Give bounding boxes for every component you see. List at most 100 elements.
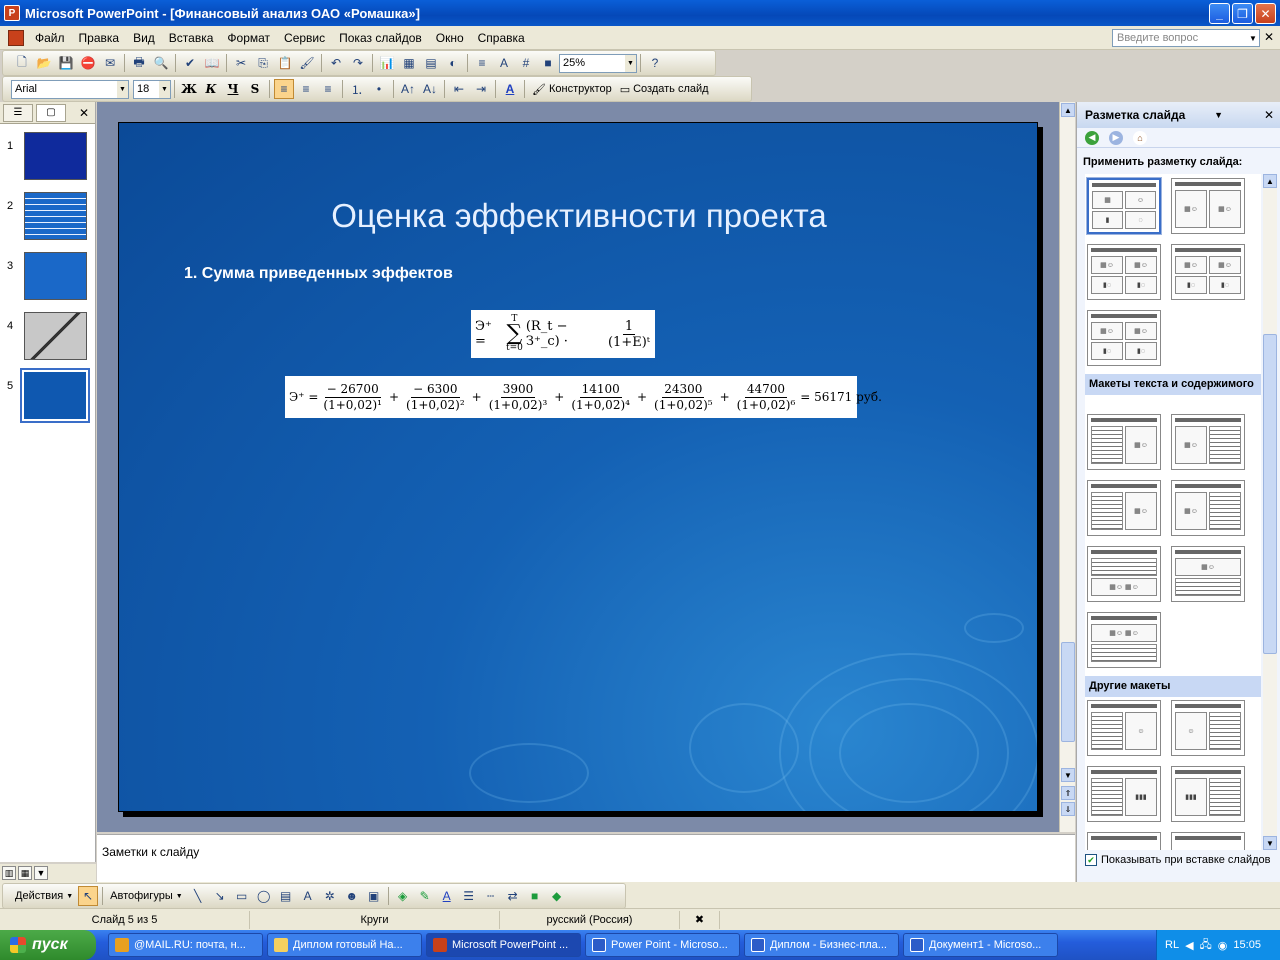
layout-option[interactable]: ▦☺: [1171, 480, 1245, 536]
decrease-font-icon[interactable]: A↓: [420, 79, 440, 99]
scroll-thumb[interactable]: [1263, 334, 1277, 654]
task-pane-scrollbar[interactable]: ▲ ▼: [1263, 174, 1277, 850]
line-icon[interactable]: ╲: [188, 886, 208, 906]
menu-insert[interactable]: Вставка: [162, 31, 221, 45]
format-painter-icon[interactable]: 🖌: [297, 53, 317, 73]
formula-general[interactable]: Э⁺ = T ∑ t=0 (R_t − З⁺_c) · 1 (1+E)ᵗ: [471, 310, 655, 358]
slide-thumb-row[interactable]: 3: [0, 252, 96, 308]
diagram-icon[interactable]: ✲: [320, 886, 340, 906]
layout-option[interactable]: ▦☺ ▦☺ ▮◌ ▮◌: [1087, 244, 1161, 300]
align-left-icon[interactable]: ≡: [274, 79, 294, 99]
tray-expand-icon[interactable]: ◀: [1185, 939, 1193, 952]
chevron-down-icon[interactable]: ▼: [1247, 30, 1259, 46]
increase-indent-icon[interactable]: ⇥: [471, 79, 491, 99]
taskbar-item[interactable]: Документ1 - Microso...: [903, 933, 1058, 957]
open-icon[interactable]: 📂: [34, 53, 54, 73]
menu-view[interactable]: Вид: [126, 31, 162, 45]
cut-icon[interactable]: ✂: [231, 53, 251, 73]
slide-thumbnail[interactable]: [24, 192, 87, 240]
undo-icon[interactable]: ↶: [326, 53, 346, 73]
forward-icon[interactable]: ▶: [1109, 130, 1123, 145]
line-style-icon[interactable]: ☰: [459, 886, 479, 906]
email-icon[interactable]: ✉: [100, 53, 120, 73]
menu-slideshow[interactable]: Показ слайдов: [332, 31, 429, 45]
document-icon[interactable]: [8, 29, 24, 46]
layout-option[interactable]: ▦☺ ▦☺: [1087, 612, 1161, 668]
font-size-select[interactable]: 18 ▼: [133, 79, 171, 99]
copy-icon[interactable]: ⎘: [253, 53, 273, 73]
layout-option[interactable]: ▦☺ ▦☺: [1171, 178, 1245, 234]
layout-option[interactable]: ☺: [1171, 700, 1245, 756]
increase-font-icon[interactable]: A↑: [398, 79, 418, 99]
bold-button[interactable]: Ж: [179, 79, 199, 99]
show-formatting-icon[interactable]: A: [494, 53, 514, 73]
menu-file[interactable]: Файл: [28, 31, 72, 45]
layout-option[interactable]: ▦☺ ▦☺ ▮◌ ▮◌: [1087, 310, 1161, 366]
wordart-icon[interactable]: A: [298, 886, 318, 906]
taskbar-item[interactable]: @MAIL.RU: почта, н...: [108, 933, 263, 957]
italic-button[interactable]: К: [201, 79, 221, 99]
insert-chart-icon[interactable]: 📊: [377, 53, 397, 73]
taskbar-item[interactable]: Диплом - Бизнес-пла...: [744, 933, 899, 957]
insert-diagram-icon[interactable]: ◐: [443, 53, 463, 73]
layout-option[interactable]: ▦☺: [1087, 480, 1161, 536]
menu-edit[interactable]: Правка: [72, 31, 127, 45]
slide-thumbnail[interactable]: [24, 252, 87, 300]
slide-scrollbar[interactable]: ▲ ▼ ⇑ ⇓: [1059, 102, 1075, 832]
layout-option[interactable]: ▮▮▮: [1171, 766, 1245, 822]
minimize-button[interactable]: _: [1209, 3, 1230, 24]
designer-button[interactable]: 🖌 Конструктор: [528, 83, 616, 96]
slide-thumbnail[interactable]: [24, 312, 87, 360]
powerpoint-app-icon[interactable]: P: [4, 5, 20, 21]
taskbar-item[interactable]: Power Point - Microso...: [585, 933, 740, 957]
oval-icon[interactable]: ◯: [254, 886, 274, 906]
menu-format[interactable]: Формат: [220, 31, 277, 45]
close-button[interactable]: ✕: [1255, 3, 1276, 24]
menu-help[interactable]: Справка: [471, 31, 532, 45]
line-color-icon[interactable]: ✎: [415, 886, 435, 906]
font-select[interactable]: Arial ▼: [11, 79, 129, 99]
document-close-icon[interactable]: ✕: [1264, 30, 1274, 44]
slide-thumbnail[interactable]: [24, 132, 87, 180]
taskbar-item-active[interactable]: Microsoft PowerPoint ...: [426, 933, 581, 957]
color-grayscale-icon[interactable]: ■: [538, 53, 558, 73]
slide-title[interactable]: Оценка эффективности проекта: [119, 197, 1037, 235]
chevron-down-icon[interactable]: ▼: [1214, 110, 1223, 120]
slide-sorter-icon[interactable]: ▦: [18, 866, 32, 880]
new-slide-button[interactable]: ▭ Создать слайд: [616, 83, 713, 96]
scroll-down-icon[interactable]: ▼: [1061, 768, 1075, 782]
layout-option[interactable]: [1171, 832, 1245, 850]
layout-option[interactable]: ☺: [1087, 700, 1161, 756]
numbering-icon[interactable]: ⒈: [347, 79, 367, 99]
back-icon[interactable]: ◀: [1085, 130, 1099, 145]
slides-tab[interactable]: ▢: [36, 103, 66, 122]
menu-tools[interactable]: Сервис: [277, 31, 332, 45]
slide-thumb-row[interactable]: 5: [0, 368, 96, 428]
expand-all-icon[interactable]: ≡: [472, 53, 492, 73]
home-icon[interactable]: ⌂: [1133, 130, 1147, 145]
checkmark-icon[interactable]: ✔: [1085, 854, 1097, 866]
decrease-indent-icon[interactable]: ⇤: [449, 79, 469, 99]
scroll-up-icon[interactable]: ▲: [1061, 103, 1075, 117]
new-icon[interactable]: 🗋: [12, 53, 32, 73]
slide-bullet[interactable]: 1. Сумма приведенных эффектов: [184, 265, 453, 283]
next-slide-icon[interactable]: ⇓: [1061, 802, 1075, 816]
fill-color-icon[interactable]: ◈: [393, 886, 413, 906]
layout-option[interactable]: ▦☺: [1087, 414, 1161, 470]
slide-thumb-row[interactable]: 1: [0, 132, 96, 188]
formula-calculation[interactable]: Э⁺ = − 26700 (1+0,02)¹ + − 6300 (1+0,02)² …: [285, 376, 882, 418]
normal-view-icon[interactable]: ▥: [2, 866, 16, 880]
picture-icon[interactable]: ▣: [364, 886, 384, 906]
font-color-icon[interactable]: A: [437, 886, 457, 906]
layout-option[interactable]: ▮▮▮: [1087, 766, 1161, 822]
research-icon[interactable]: 📖: [202, 53, 222, 73]
show-grid-icon[interactable]: #: [516, 53, 536, 73]
print-icon[interactable]: 🖶: [129, 53, 149, 73]
align-right-icon[interactable]: ≡: [318, 79, 338, 99]
slide-thumbnail-selected[interactable]: [20, 368, 90, 423]
font-color-icon[interactable]: A: [500, 79, 520, 99]
save-icon[interactable]: 💾: [56, 53, 76, 73]
underline-button[interactable]: Ч: [223, 79, 243, 99]
textbox-icon[interactable]: ▤: [276, 886, 296, 906]
menu-window[interactable]: Окно: [429, 31, 471, 45]
